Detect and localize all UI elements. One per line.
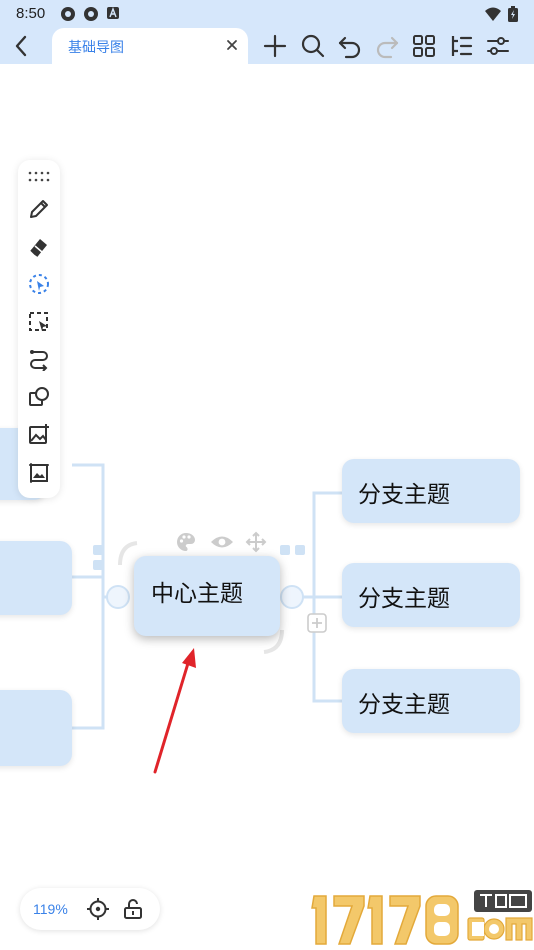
palette-icon[interactable] (175, 531, 197, 553)
select-icon[interactable] (27, 310, 51, 334)
left-branch-node[interactable] (0, 541, 72, 615)
add-image-icon[interactable] (27, 423, 51, 447)
left-branch-node[interactable] (0, 690, 72, 766)
branch-topic-node[interactable]: 分支主题 (342, 563, 520, 627)
add-child-icon[interactable] (306, 612, 328, 634)
shape-icon[interactable] (27, 385, 51, 409)
drag-handle-icon[interactable] (27, 164, 51, 188)
locate-icon[interactable] (86, 897, 110, 921)
connector-icon[interactable] (27, 347, 51, 371)
branch-topic-label: 分支主题 (358, 481, 450, 507)
site-watermark-logo (311, 890, 533, 945)
zoom-level[interactable]: 119% (33, 901, 68, 917)
zoom-panel: 119% (20, 888, 160, 930)
center-topic-node[interactable]: 中心主题 (134, 556, 280, 636)
image-icon[interactable] (27, 461, 51, 485)
branch-topic-label: 分支主题 (358, 691, 450, 717)
center-topic-label: 中心主题 (151, 580, 243, 606)
eraser-icon[interactable] (27, 234, 51, 258)
pen-icon[interactable] (27, 197, 51, 221)
branch-topic-node[interactable]: 分支主题 (342, 459, 520, 523)
branch-topic-label: 分支主题 (358, 585, 450, 611)
eye-icon[interactable] (210, 533, 234, 551)
branch-topic-node[interactable]: 分支主题 (342, 669, 520, 733)
unlock-icon[interactable] (121, 897, 145, 921)
drawing-toolbar (18, 160, 60, 498)
lasso-icon[interactable] (27, 272, 51, 296)
move-icon[interactable] (245, 531, 267, 553)
